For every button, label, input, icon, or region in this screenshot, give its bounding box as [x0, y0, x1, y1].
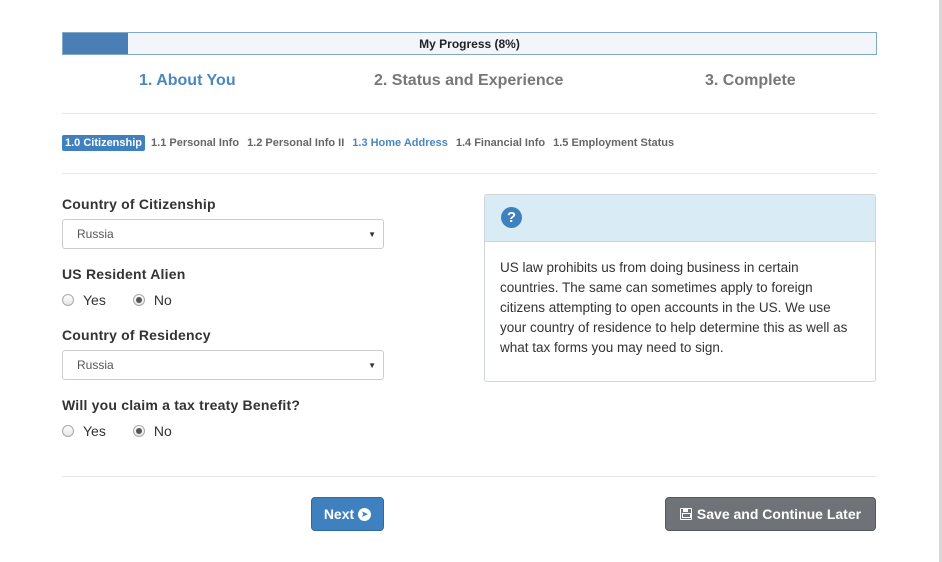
help-text: US law prohibits us from doing business … [500, 260, 848, 355]
question-circle-icon: ? [501, 207, 522, 228]
step-complete: 3. Complete [705, 72, 796, 89]
resident-alien-yes-label[interactable]: Yes [83, 292, 106, 308]
tax-treaty-label: Will you claim a tax treaty Benefit? [62, 397, 301, 413]
step-about-you[interactable]: 1. About You [139, 72, 236, 90]
substep-personal-info-ii: 1.2 Personal Info II [247, 137, 345, 149]
save-continue-later-button[interactable]: Save and Continue Later [665, 497, 876, 531]
dropdown-arrow-icon: ▼ [368, 230, 376, 239]
next-button-label: Next [323, 506, 355, 522]
wizard-steps: 1. About You 2. Status and Experience 3.… [62, 72, 877, 98]
tax-treaty-no-radio[interactable] [132, 425, 145, 437]
save-continue-later-label: Save and Continue Later [696, 506, 862, 522]
substep-home-address[interactable]: 1.3 Home Address [352, 137, 448, 149]
substep-citizenship[interactable]: 1.0 Citizenship [62, 135, 146, 151]
tax-treaty-yes-label[interactable]: Yes [83, 423, 106, 439]
tax-treaty-yes-radio[interactable] [62, 425, 74, 437]
citizenship-value: Russia [77, 227, 114, 241]
residency-select[interactable]: Russia ▼ [62, 350, 384, 380]
tax-treaty-radio-group: Yes No [62, 422, 172, 440]
resident-alien-yes-radio[interactable] [62, 294, 74, 306]
citizenship-select[interactable]: Russia ▼ [62, 219, 384, 249]
help-panel-header: ? [485, 195, 875, 242]
substep-employment-status: 1.5 Employment Status [553, 137, 675, 149]
citizenship-label: Country of Citizenship [62, 196, 216, 212]
help-panel: ? US law prohibits us from doing busines… [484, 194, 876, 382]
floppy-disk-icon [679, 508, 692, 520]
residency-label: Country of Residency [62, 327, 211, 343]
resident-alien-label: US Resident Alien [62, 266, 186, 282]
next-button[interactable]: Next ➤ [311, 497, 384, 531]
divider [62, 476, 877, 477]
dropdown-arrow-icon: ▼ [368, 361, 376, 370]
progress-label: My Progress (8%) [419, 36, 520, 51]
resident-alien-radio-group: Yes No [62, 291, 172, 309]
divider [62, 173, 877, 174]
progress-bar: My Progress (8%) [62, 32, 877, 55]
substep-nav: 1.0 Citizenship 1.1 Personal Info 1.2 Pe… [62, 134, 682, 152]
substep-financial-info: 1.4 Financial Info [455, 137, 546, 149]
substep-personal-info: 1.1 Personal Info [151, 137, 240, 149]
tax-treaty-no-label[interactable]: No [154, 423, 172, 439]
step-status-experience: 2. Status and Experience [374, 72, 564, 89]
arrow-circle-right-icon: ➤ [358, 507, 372, 521]
divider [62, 113, 877, 114]
resident-alien-no-radio[interactable] [132, 294, 145, 306]
residency-value: Russia [77, 358, 114, 372]
resident-alien-no-label[interactable]: No [154, 292, 172, 308]
